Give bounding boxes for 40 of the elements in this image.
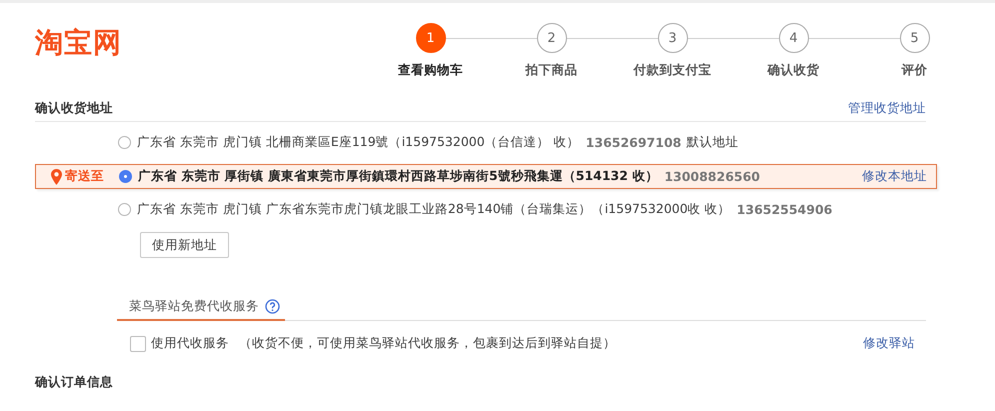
step-label: 确认收货 xyxy=(768,62,820,79)
step-number: 2 xyxy=(536,23,566,53)
phone-number: 13652554906 xyxy=(736,202,832,217)
new-address-button[interactable]: 使用新地址 xyxy=(140,232,229,258)
checkbox[interactable] xyxy=(130,336,146,352)
pickup-note: （收货不便，可使用菜鸟驿站代收服务，包裹到达后到驿站自提） xyxy=(239,335,616,352)
phone-number: 13008826560 xyxy=(664,169,760,184)
address-row[interactable]: 广东省 东莞市 虎门镇 北柵商業區E座119號（i1597532000（台信達） 收） 13652697108 默认地址 xyxy=(35,130,926,155)
manage-addresses-link[interactable]: 管理收货地址 xyxy=(848,100,926,117)
help-icon[interactable] xyxy=(265,299,280,314)
recipient-text: （i1597532000（台信達） 收） xyxy=(388,134,580,151)
default-address-tag: 默认地址 xyxy=(686,134,738,151)
recipient-text: （i1597532000收 收） xyxy=(592,201,731,218)
phone-number: 13652697108 xyxy=(586,135,682,150)
recipient-text: （514132 收） xyxy=(562,168,658,185)
step-label: 评价 xyxy=(902,62,928,79)
step-number: 3 xyxy=(658,23,688,53)
radio-button[interactable] xyxy=(118,203,131,216)
step-number: 4 xyxy=(778,23,808,53)
section-title: 确认收货地址 xyxy=(35,100,113,117)
address-text: 广东省 东莞市 虎门镇 广东省东莞市虎门镇龙眼工业路28号140铺（台瑞集运） xyxy=(137,201,592,218)
step-label: 查看购物车 xyxy=(398,62,463,79)
step-number: 5 xyxy=(900,23,930,53)
radio-button[interactable] xyxy=(119,170,132,183)
tab-label: 菜鸟驿站免费代收服务 xyxy=(129,298,259,315)
address-text: 广东省 东莞市 虎门镇 北柵商業區E座119號 xyxy=(137,134,389,151)
section-title: 确认订单信息 xyxy=(35,374,113,389)
selected-address-row[interactable]: 寄送至 广东省 东莞市 厚街镇 廣東省東莞市厚街鎮環村西路草埗南街5號秒飛集運（514132 收） 13008826560 修改本地址 xyxy=(35,164,937,189)
radio-button[interactable] xyxy=(118,136,131,149)
step-label: 拍下商品 xyxy=(526,62,578,79)
location-pin-icon xyxy=(51,168,62,184)
step-number: 1 xyxy=(416,23,446,53)
pickup-service-tab[interactable]: 菜鸟驿站免费代收服务 xyxy=(117,298,285,321)
step-label: 付款到支付宝 xyxy=(634,62,712,79)
edit-address-link[interactable]: 修改本地址 xyxy=(862,168,927,185)
ship-to-label: 寄送至 xyxy=(65,168,104,185)
change-station-link[interactable]: 修改驿站 xyxy=(863,335,915,352)
checkbox-label: 使用代收服务 xyxy=(151,335,229,352)
address-text: 广东省 东莞市 厚街镇 廣東省東莞市厚街鎮環村西路草埗南街5號秒飛集運 xyxy=(138,168,563,185)
address-row[interactable]: 广东省 东莞市 虎门镇 广东省东莞市虎门镇龙眼工业路28号140铺（台瑞集运）（i1597532000收 收） 13652554906 xyxy=(35,197,926,222)
